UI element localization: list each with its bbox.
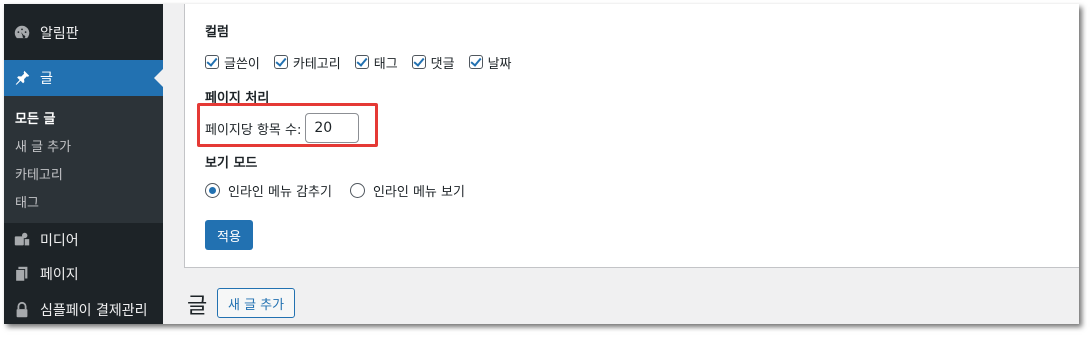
submenu-item-categories[interactable]: 카테고리 xyxy=(15,164,63,183)
per-page-row: 페이지당 항목 수: xyxy=(205,113,360,143)
active-indicator xyxy=(154,69,163,87)
per-page-input[interactable] xyxy=(305,113,360,143)
sidebar-item-label: 미디어 xyxy=(40,233,79,249)
radio-show-inline-menu[interactable]: 인라인 메뉴 보기 xyxy=(349,181,465,200)
per-page-label: 페이지당 항목 수: xyxy=(205,122,302,138)
columns-legend: 컬럼 xyxy=(205,25,229,40)
sidebar-item-label: 알림판 xyxy=(40,26,79,42)
screen-options-panel: 컬럼 글쓴이 카테고리 태그 댓글 날짜 페이지 처리 페이지당 항목 수: 2… xyxy=(184,4,1079,268)
page-title: 글 xyxy=(187,294,208,319)
radio-selected[interactable] xyxy=(205,182,220,198)
submenu-item-add-new[interactable]: 새 글 추가 xyxy=(15,136,71,155)
column-checkbox-categories[interactable]: 카테고리 xyxy=(273,53,341,72)
wp-admin-window: 알림판 글 모든 글 새 글 추가 카테고리 태그 미디어 페이지 심플페이 결… xyxy=(4,4,1079,324)
column-checkbox-tags[interactable]: 태그 xyxy=(354,53,398,72)
sidebar-item-pages[interactable]: 페이지 xyxy=(4,256,163,292)
view-mode-legend: 보기 모드 xyxy=(205,156,258,171)
sidebar-item-label: 페이지 xyxy=(40,267,79,283)
sidebar-item-posts[interactable]: 글 xyxy=(4,60,163,96)
checkbox-checked[interactable] xyxy=(205,55,219,69)
admin-sidebar: 알림판 글 모든 글 새 글 추가 카테고리 태그 미디어 페이지 심플페이 결… xyxy=(4,4,163,324)
sidebar-item-label: 심플페이 결제관리 xyxy=(40,303,148,319)
checkbox-checked[interactable] xyxy=(411,55,426,69)
checkbox-checked[interactable] xyxy=(273,55,288,69)
dashboard-icon xyxy=(12,23,32,43)
pagination-legend: 페이지 처리 xyxy=(205,91,270,106)
posts-submenu: 모든 글 새 글 추가 카테고리 태그 xyxy=(4,96,163,223)
page-icon xyxy=(12,264,32,284)
sidebar-item-simplepay[interactable]: 심플페이 결제관리 xyxy=(4,292,163,324)
checkbox-checked[interactable] xyxy=(354,55,369,69)
radio-unselected[interactable] xyxy=(349,182,365,198)
view-mode-radio-row: 인라인 메뉴 감추기 인라인 메뉴 보기 xyxy=(205,180,483,200)
submenu-item-all-posts[interactable]: 모든 글 xyxy=(15,108,55,127)
column-checkbox-author[interactable]: 글쓴이 xyxy=(205,53,260,72)
column-checkbox-comments[interactable]: 댓글 xyxy=(411,53,455,72)
sidebar-item-media[interactable]: 미디어 xyxy=(4,222,163,258)
pin-icon xyxy=(12,68,32,88)
sidebar-item-dashboard[interactable]: 알림판 xyxy=(4,15,163,51)
add-new-post-button[interactable]: 새 글 추가 xyxy=(217,288,296,318)
lock-icon xyxy=(12,300,32,320)
apply-button[interactable]: 적용 xyxy=(205,220,253,250)
submenu-item-tags[interactable]: 태그 xyxy=(15,192,39,211)
media-icon xyxy=(12,230,32,250)
radio-hide-inline-menu[interactable]: 인라인 메뉴 감추기 xyxy=(205,181,332,200)
columns-checkbox-row: 글쓴이 카테고리 태그 댓글 날짜 xyxy=(205,52,526,72)
checkbox-checked[interactable] xyxy=(468,55,483,69)
sidebar-item-label: 글 xyxy=(40,71,53,87)
column-checkbox-date[interactable]: 날짜 xyxy=(468,53,512,72)
